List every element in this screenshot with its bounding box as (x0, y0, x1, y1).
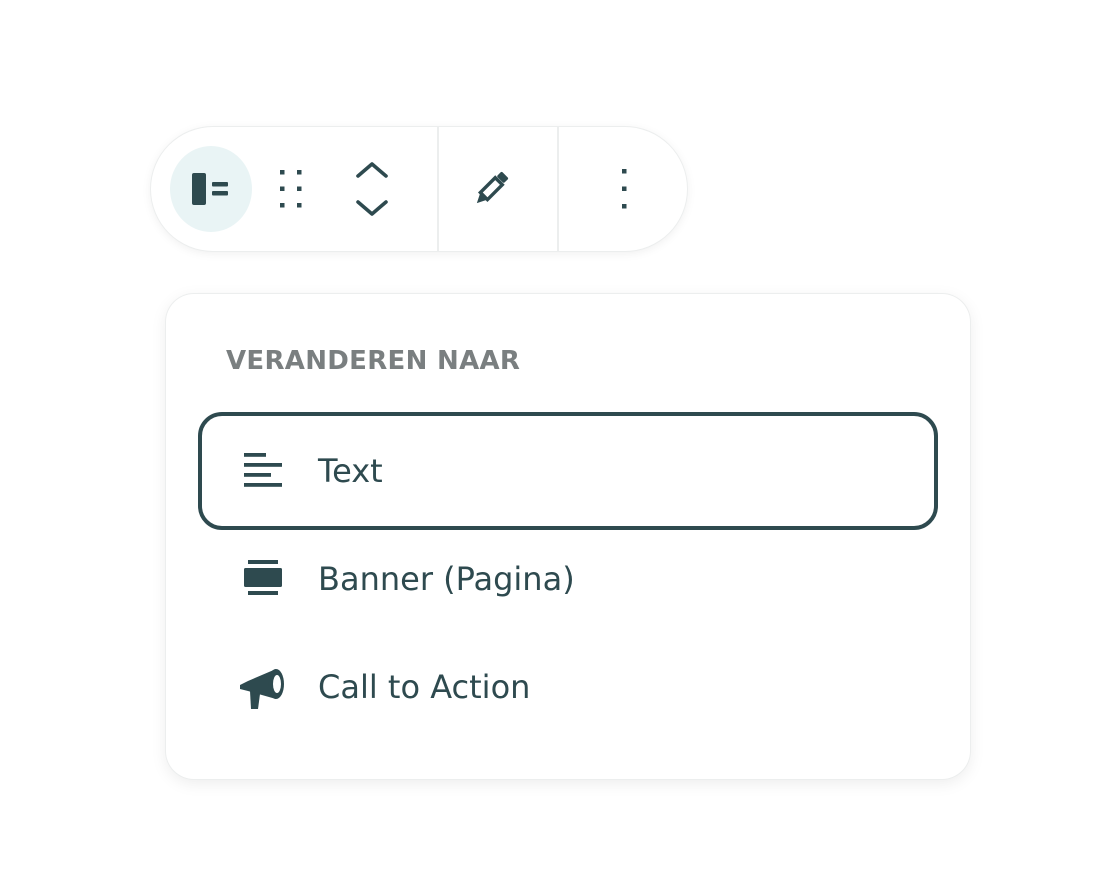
drag-handle-button[interactable] (266, 151, 316, 227)
more-options-button[interactable] (591, 151, 657, 227)
move-up-down-icon (352, 158, 392, 220)
megaphone-icon (238, 662, 288, 712)
menu-item-text[interactable]: Text (198, 412, 938, 530)
block-type-icon (190, 172, 232, 206)
menu-item-banner[interactable]: Banner (Pagina) (198, 520, 938, 638)
move-up-down-button[interactable] (341, 147, 403, 231)
more-vertical-icon (618, 167, 630, 211)
menu-item-label: Banner (Pagina) (318, 560, 575, 598)
menu-heading: VERANDEREN NAAR (226, 346, 521, 376)
pencil-icon (469, 167, 513, 211)
menu-item-label: Call to Action (318, 668, 531, 706)
transform-menu: VERANDEREN NAAR Text Banner (Pagina) Cal… (166, 294, 970, 779)
menu-item-label: Text (318, 452, 383, 490)
edit-button[interactable] (456, 151, 526, 227)
block-toolbar (151, 127, 687, 251)
banner-icon (238, 554, 288, 604)
block-type-button[interactable] (170, 146, 252, 232)
menu-item-call-to-action[interactable]: Call to Action (198, 628, 938, 746)
drag-handle-icon (276, 167, 306, 211)
toolbar-divider (437, 127, 439, 251)
align-left-icon (238, 446, 288, 496)
toolbar-divider (557, 127, 559, 251)
